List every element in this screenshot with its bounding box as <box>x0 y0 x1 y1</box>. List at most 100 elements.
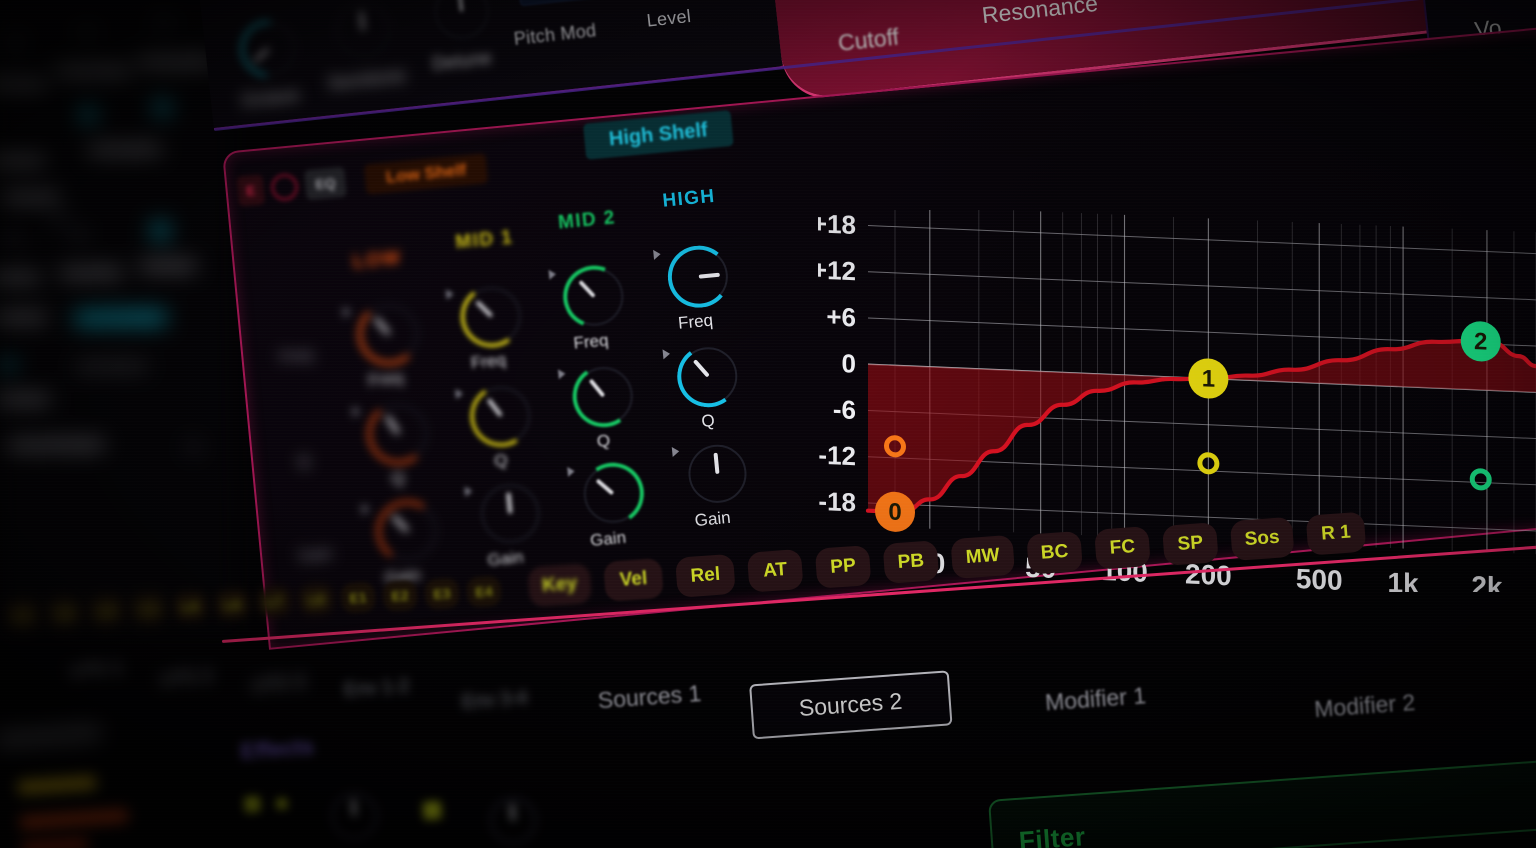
tab-modifier-2[interactable]: Modifier 2 <box>1313 689 1416 723</box>
mod-pill-sos[interactable]: Sos <box>1229 516 1295 562</box>
high-q-label: Q <box>700 410 716 432</box>
mid1-gain-knob[interactable] <box>478 481 542 546</box>
detune-knob[interactable] <box>431 0 492 42</box>
synth-editor-window: Octave Semitone Detune Pitch Mod Level C… <box>0 0 1536 848</box>
mid1-q-label: Q <box>493 450 509 471</box>
eq-bypass-button[interactable]: EQ <box>304 166 347 201</box>
mod-pill-e4[interactable]: E4 <box>465 575 502 608</box>
effects-knob-2[interactable] <box>488 796 538 846</box>
mod-pill-e2[interactable]: E2 <box>382 579 419 612</box>
eq-node-label-2: 2 <box>1474 328 1487 356</box>
low-q-label: Q <box>390 468 406 489</box>
eq-power-icon[interactable] <box>270 173 299 202</box>
high-shelf-button[interactable]: High Shelf <box>582 109 734 160</box>
pitch-mod-label: Pitch Mod <box>512 20 598 50</box>
mod-pill-e1[interactable]: E1 <box>340 581 377 615</box>
mod-pill-l1[interactable]: L1 <box>4 598 41 631</box>
mod-pill-l5[interactable]: L5 <box>172 590 209 623</box>
effects-indicator-1[interactable] <box>243 795 261 814</box>
eq-node-label-1: 1 <box>1202 365 1215 393</box>
eq-node-label-0: 0 <box>888 499 901 527</box>
lfo-label-1: LFO 1 <box>69 658 124 683</box>
preset-bar-3[interactable] <box>21 837 89 848</box>
mod-pill-fc[interactable]: FC <box>1094 526 1151 570</box>
filter-section-panel: Filter <box>988 759 1536 848</box>
effects-title: Effects <box>239 733 315 765</box>
mod-pill-mw[interactable]: MW <box>950 535 1016 580</box>
mod-pill-l2[interactable]: L2 <box>46 596 83 629</box>
eq-row-label-gain: Gain <box>297 545 333 566</box>
low-shelf-button[interactable]: Low Shelf <box>363 153 489 195</box>
gridline-y <box>868 271 1536 301</box>
effects-indicator-2[interactable] <box>275 797 288 810</box>
high-gain-knob[interactable] <box>685 442 750 506</box>
mod-pill-l7[interactable]: L7 <box>256 585 293 619</box>
detune-label: Detune <box>431 47 493 74</box>
mod-pill-l6[interactable]: L6 <box>214 588 251 621</box>
preset-bar-1[interactable] <box>17 775 97 795</box>
gridline-y <box>868 225 1536 255</box>
mid2-gain-knob[interactable] <box>576 457 650 530</box>
left-sidebar-panel <box>0 0 236 634</box>
low-q-knob[interactable] <box>363 399 433 469</box>
semitone-knob[interactable] <box>333 0 393 61</box>
y-axis-tick-label: +12 <box>818 254 856 286</box>
lfo-label-2: LFO 2 <box>159 666 214 691</box>
mid2-freq-label: Freq <box>572 330 610 353</box>
mid1-freq-label: Freq <box>470 350 507 373</box>
tab-modifier-1[interactable]: Modifier 1 <box>1044 682 1147 716</box>
mid1-freq-knob[interactable] <box>456 281 527 352</box>
mod-pill-at[interactable]: AT <box>746 549 804 593</box>
y-axis-tick-label: 0 <box>842 348 856 379</box>
band-title-high: HIGH <box>661 185 717 212</box>
eq-header: E EQ Low Shelf <box>236 151 489 208</box>
eq-enable-button[interactable]: E <box>236 174 266 207</box>
band-title-mid2: MID 2 <box>557 207 617 234</box>
y-axis-tick-label: -18 <box>818 486 856 518</box>
effects-knob-1[interactable] <box>329 791 379 841</box>
preset-bar-2[interactable] <box>19 808 129 830</box>
y-axis-tick-label: +18 <box>818 210 856 240</box>
mod-pill-key[interactable]: Key <box>527 563 593 608</box>
env-label-1-2: Env 1-2 <box>343 675 411 702</box>
pitch-mod-display[interactable] <box>515 0 612 7</box>
mod-pill-l4[interactable]: L4 <box>130 592 167 625</box>
low-freq-label: Freq <box>367 368 404 391</box>
y-axis-tick-label: -6 <box>833 394 856 425</box>
level-label: Level <box>645 5 693 31</box>
mod-pill-l8[interactable]: L8 <box>298 583 335 617</box>
y-axis-tick-label: +6 <box>826 301 856 332</box>
low-gain-knob[interactable] <box>370 494 445 568</box>
effects-indicator-3[interactable] <box>422 801 442 821</box>
band-title-mid1: MID 1 <box>454 227 515 254</box>
mod-pill-pp[interactable]: PP <box>814 544 872 589</box>
mid2-freq-knob[interactable] <box>553 255 636 338</box>
preset-list-title <box>0 726 101 747</box>
mid2-q-knob[interactable] <box>567 359 640 433</box>
mid2-q-label: Q <box>596 430 611 451</box>
mod-pill-vel[interactable]: Vel <box>603 558 664 603</box>
high-q-knob[interactable] <box>672 340 744 412</box>
mod-pill-sp[interactable]: SP <box>1161 521 1219 566</box>
cutoff-label: Cutoff <box>836 23 901 56</box>
mod-pill-bc[interactable]: BC <box>1026 530 1083 575</box>
mod-pill-pb[interactable]: PB <box>882 540 940 584</box>
band-title-low: LOW <box>352 247 403 274</box>
filter-section-title: Filter <box>1017 821 1087 848</box>
mod-pill-r-1[interactable]: R 1 <box>1305 511 1367 557</box>
semitone-label: Semitone <box>326 65 407 94</box>
high-freq-knob[interactable] <box>665 242 733 311</box>
mid2-gain-label: Gain <box>589 527 627 551</box>
mod-pill-l3[interactable]: L3 <box>88 594 125 627</box>
octave-knob[interactable] <box>229 9 309 89</box>
octave-label: Octave <box>239 84 301 111</box>
mod-pill-rel[interactable]: Rel <box>675 553 736 598</box>
high-freq-label: Freq <box>677 310 714 333</box>
lfo-label-3: LFO 3 <box>251 672 306 697</box>
eq-row-label-freq: Freq <box>278 346 314 367</box>
low-freq-knob[interactable] <box>356 301 422 367</box>
mid1-q-knob[interactable] <box>464 378 539 453</box>
y-axis-tick-label: -12 <box>818 440 856 472</box>
mod-pill-e3[interactable]: E3 <box>423 577 461 610</box>
eq-row-label-q: Q <box>296 453 311 472</box>
